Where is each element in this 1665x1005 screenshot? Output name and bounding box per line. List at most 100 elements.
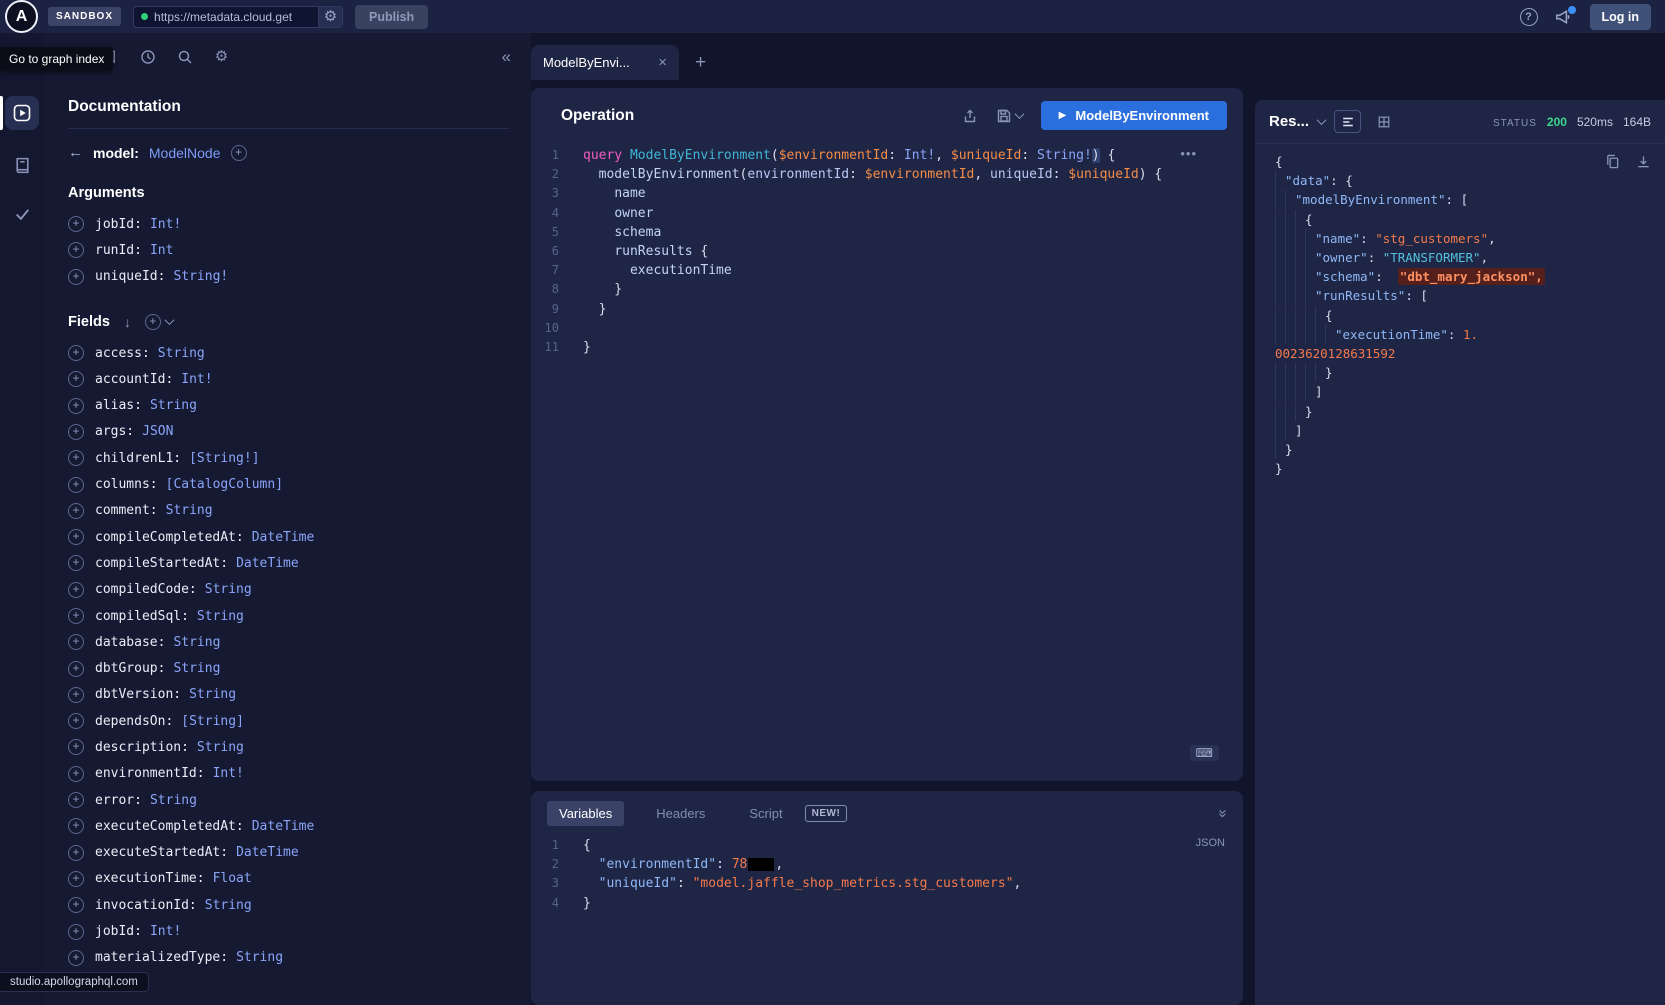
- run-operation-button[interactable]: ▶ ModelByEnvironment: [1041, 101, 1227, 130]
- field-type[interactable]: Int: [150, 243, 173, 258]
- add-field-to-query-icon[interactable]: +: [68, 661, 84, 677]
- sort-icon[interactable]: ↓: [124, 314, 131, 330]
- token: $uniqueId: [1068, 167, 1138, 182]
- field-type[interactable]: String: [189, 687, 236, 702]
- download-icon[interactable]: [1636, 154, 1651, 169]
- add-field-to-query-icon[interactable]: +: [68, 503, 84, 519]
- add-type-to-query-icon[interactable]: +: [231, 145, 247, 161]
- indent-guide: [1325, 325, 1335, 344]
- add-field-to-query-icon[interactable]: +: [68, 608, 84, 624]
- field-type[interactable]: [String]: [181, 714, 244, 729]
- breadcrumb-type[interactable]: ModelNode: [149, 145, 221, 161]
- field-type[interactable]: Int!: [181, 372, 212, 387]
- close-tab-icon[interactable]: ×: [658, 54, 667, 71]
- add-field-to-query-icon[interactable]: +: [68, 634, 84, 650]
- add-field-to-query-icon[interactable]: +: [68, 216, 84, 232]
- help-icon[interactable]: ?: [1520, 8, 1538, 26]
- field-type[interactable]: [CatalogColumn]: [166, 477, 283, 492]
- add-field-to-query-icon[interactable]: +: [68, 950, 84, 966]
- copy-icon[interactable]: [1605, 154, 1620, 169]
- field-type[interactable]: Int!: [150, 924, 181, 939]
- doc-field-row: +jobId:Int!: [68, 211, 509, 237]
- code-line: 3 name: [531, 184, 1243, 203]
- field-type[interactable]: String: [158, 346, 205, 361]
- history-icon[interactable]: [139, 48, 156, 65]
- add-field-to-query-icon[interactable]: +: [68, 529, 84, 545]
- field-type[interactable]: String: [173, 661, 220, 676]
- add-field-to-query-icon[interactable]: +: [68, 766, 84, 782]
- field-type[interactable]: Int!: [150, 217, 181, 232]
- tab-headers[interactable]: Headers: [644, 801, 717, 826]
- settings-gear-icon[interactable]: ⚙: [213, 48, 230, 65]
- share-icon[interactable]: [962, 108, 978, 124]
- keyboard-shortcuts-icon[interactable]: ⌨: [1190, 745, 1219, 761]
- announcements-icon[interactable]: [1554, 8, 1574, 26]
- field-type[interactable]: String: [166, 503, 213, 518]
- add-field-to-query-icon[interactable]: +: [68, 371, 84, 387]
- overflow-menu-icon[interactable]: •••: [1180, 146, 1197, 161]
- table-view-button[interactable]: [1370, 110, 1397, 133]
- token: $uniqueId: [951, 148, 1021, 163]
- field-type[interactable]: String: [205, 898, 252, 913]
- add-field-to-query-icon[interactable]: +: [68, 845, 84, 861]
- field-type[interactable]: String: [150, 793, 197, 808]
- token: [583, 857, 599, 872]
- add-field-to-query-icon[interactable]: +: [68, 582, 84, 598]
- field-type[interactable]: String: [173, 635, 220, 650]
- add-field-to-query-icon[interactable]: +: [68, 924, 84, 940]
- add-field-to-query-icon[interactable]: +: [68, 450, 84, 466]
- add-field-to-query-icon[interactable]: +: [68, 818, 84, 834]
- field-type[interactable]: String: [150, 398, 197, 413]
- endpoint-settings-icon[interactable]: ⚙: [318, 6, 342, 28]
- collapse-variables-icon[interactable]: »: [1214, 809, 1231, 817]
- operation-tab[interactable]: ModelByEnvi... ×: [531, 45, 679, 80]
- operation-editor[interactable]: 1query ModelByEnvironment($environmentId…: [531, 138, 1243, 781]
- add-field-to-query-icon[interactable]: +: [68, 871, 84, 887]
- add-field-to-query-icon[interactable]: +: [68, 792, 84, 808]
- sidebar-item-checks[interactable]: [5, 196, 39, 230]
- field-type[interactable]: DateTime: [236, 556, 299, 571]
- add-field-to-query-icon[interactable]: +: [68, 555, 84, 571]
- graph-endpoint-input[interactable]: https://metadata.cloud.get ⚙: [133, 6, 343, 28]
- add-field-to-query-icon[interactable]: +: [68, 424, 84, 440]
- publish-button[interactable]: Publish: [355, 5, 428, 29]
- login-button[interactable]: Log in: [1590, 4, 1652, 30]
- apollo-logo[interactable]: A: [5, 0, 38, 33]
- add-field-to-query-icon[interactable]: +: [68, 739, 84, 755]
- field-type[interactable]: DateTime: [252, 530, 315, 545]
- field-type[interactable]: DateTime: [252, 819, 315, 834]
- field-type[interactable]: String: [197, 740, 244, 755]
- add-field-to-query-icon[interactable]: +: [68, 687, 84, 703]
- search-icon[interactable]: [176, 48, 193, 65]
- add-field-to-query-icon[interactable]: +: [68, 477, 84, 493]
- field-type[interactable]: String: [236, 950, 283, 965]
- field-type[interactable]: Float: [213, 871, 252, 886]
- tab-script[interactable]: Script: [737, 801, 794, 826]
- add-field-to-query-icon[interactable]: +: [68, 242, 84, 258]
- add-field-to-query-icon[interactable]: +: [68, 398, 84, 414]
- field-type[interactable]: [String!]: [189, 451, 259, 466]
- tab-variables[interactable]: Variables: [547, 801, 624, 826]
- field-type[interactable]: Int!: [213, 766, 244, 781]
- add-field-to-query-icon[interactable]: +: [68, 713, 84, 729]
- save-button[interactable]: [996, 108, 1023, 124]
- back-icon[interactable]: ←: [68, 144, 83, 161]
- sidebar-item-schema[interactable]: [5, 148, 39, 182]
- apollo-logo-letter: A: [16, 8, 28, 26]
- variables-editor[interactable]: 1{2 "environmentId": 78,3 "uniqueId": "m…: [531, 836, 1243, 1005]
- add-all-fields-button[interactable]: +: [145, 314, 173, 330]
- add-field-to-query-icon[interactable]: +: [68, 269, 84, 285]
- formatted-view-button[interactable]: [1334, 110, 1361, 133]
- field-type[interactable]: DateTime: [236, 845, 299, 860]
- add-field-to-query-icon[interactable]: +: [68, 345, 84, 361]
- field-type[interactable]: String: [205, 582, 252, 597]
- collapse-panel-icon[interactable]: «: [502, 47, 511, 67]
- sidebar-item-explorer[interactable]: [5, 96, 39, 130]
- field-type[interactable]: JSON: [142, 424, 173, 439]
- add-field-to-query-icon[interactable]: +: [68, 897, 84, 913]
- chevron-down-icon[interactable]: [1317, 115, 1327, 125]
- token: }: [583, 282, 622, 297]
- field-type[interactable]: String!: [173, 269, 228, 284]
- field-type[interactable]: String: [197, 609, 244, 624]
- new-tab-icon[interactable]: +: [695, 52, 706, 80]
